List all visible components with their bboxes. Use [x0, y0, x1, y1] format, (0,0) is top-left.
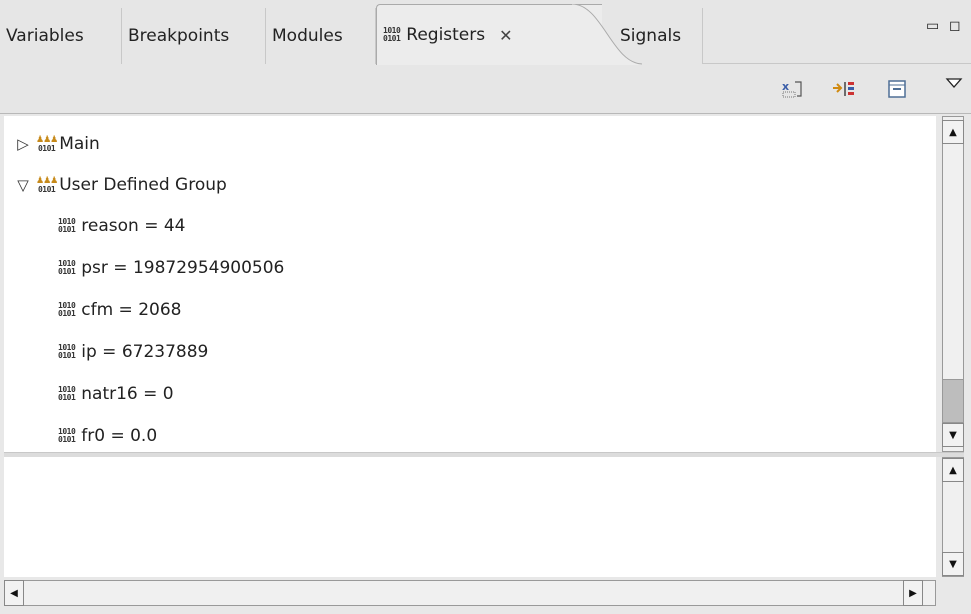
tab-registers[interactable]: 1010 0101 Registers ✕: [376, 4, 642, 65]
register-label: reason = 44: [81, 216, 186, 236]
change-value-icon[interactable]: [832, 78, 856, 100]
register-icon: 1010 0101: [58, 301, 76, 318]
minimize-icon[interactable]: ▭: [926, 18, 939, 34]
maximize-icon[interactable]: ◻: [949, 18, 961, 34]
tree-group-label: User Defined Group: [59, 175, 227, 195]
tree-group-label: Main: [59, 134, 100, 154]
expand-icon[interactable]: ▷: [10, 135, 36, 153]
detail-pane[interactable]: [4, 457, 936, 577]
registers-tree: ▷ ♟♟♟ 0101 Main ▽ ♟♟♟ 0101 User Defined …: [4, 116, 936, 452]
register-icon: 1010 0101: [58, 217, 76, 234]
tab-variables-label: Variables: [6, 26, 84, 46]
scroll-down-icon[interactable]: ▼: [942, 423, 964, 447]
register-label: cfm = 2068: [81, 300, 182, 320]
detail-vertical-scrollbar[interactable]: ▲ ▼: [942, 457, 964, 577]
tree-group-user-defined[interactable]: ▽ ♟♟♟ 0101 User Defined Group: [10, 165, 227, 205]
tab-modules[interactable]: Modules: [266, 8, 376, 64]
register-label: natr16 = 0: [81, 384, 174, 404]
tree-register-row[interactable]: 1010 0101 ip = 67237889: [58, 332, 208, 372]
tab-modules-label: Modules: [272, 26, 343, 46]
register-icon: 1010 0101: [58, 427, 76, 444]
register-icon: 1010 0101: [58, 385, 76, 402]
collapse-icon[interactable]: ▽: [10, 176, 36, 194]
close-tab-icon[interactable]: ✕: [499, 26, 512, 45]
register-icon: 1010 0101: [58, 259, 76, 276]
view-tab-bar: Variables Breakpoints Modules 1010 0101 …: [0, 0, 971, 65]
svg-text:x: x: [782, 80, 789, 93]
tree-vertical-scrollbar[interactable]: ▲ ▼: [942, 116, 964, 452]
tab-breakpoints[interactable]: Breakpoints: [122, 8, 266, 64]
tab-variables[interactable]: Variables: [0, 8, 122, 64]
scroll-down-icon[interactable]: ▼: [942, 552, 964, 576]
tree-register-row[interactable]: 1010 0101 reason = 44: [58, 206, 185, 246]
register-group-icon: ♟♟♟ 0101: [36, 175, 58, 194]
register-icon: 1010 0101: [58, 343, 76, 360]
register-label: ip = 67237889: [81, 342, 209, 362]
register-group-icon: ♟♟♟ 0101: [36, 134, 58, 153]
scroll-up-icon[interactable]: ▲: [942, 458, 964, 482]
scroll-up-icon[interactable]: ▲: [942, 120, 964, 144]
scrollbar-thumb[interactable]: [942, 379, 964, 423]
tree-register-row[interactable]: 1010 0101 fr0 = 0.0: [58, 416, 157, 452]
register-label: psr = 19872954900506: [81, 258, 285, 278]
tab-registers-label: Registers: [406, 25, 486, 45]
tab-curve: [572, 4, 642, 65]
horizontal-scrollbar[interactable]: ◀ ▶: [4, 580, 936, 606]
tab-breakpoints-label: Breakpoints: [128, 26, 230, 46]
scroll-left-icon[interactable]: ◀: [4, 580, 24, 606]
register-bits-icon: 1010 0101: [383, 26, 401, 43]
collapse-all-icon[interactable]: [885, 78, 909, 100]
view-menu-icon[interactable]: [942, 72, 966, 94]
tree-group-main[interactable]: ▷ ♟♟♟ 0101 Main: [10, 124, 100, 164]
tree-register-row[interactable]: 1010 0101 cfm = 2068: [58, 290, 181, 330]
register-label: fr0 = 0.0: [81, 426, 158, 446]
tree-register-row[interactable]: 1010 0101 psr = 19872954900506: [58, 248, 284, 288]
view-toolbar: x: [0, 64, 971, 114]
format-icon[interactable]: x: [780, 78, 804, 100]
scroll-right-icon[interactable]: ▶: [903, 580, 923, 606]
tree-register-row[interactable]: 1010 0101 natr16 = 0: [58, 374, 174, 414]
